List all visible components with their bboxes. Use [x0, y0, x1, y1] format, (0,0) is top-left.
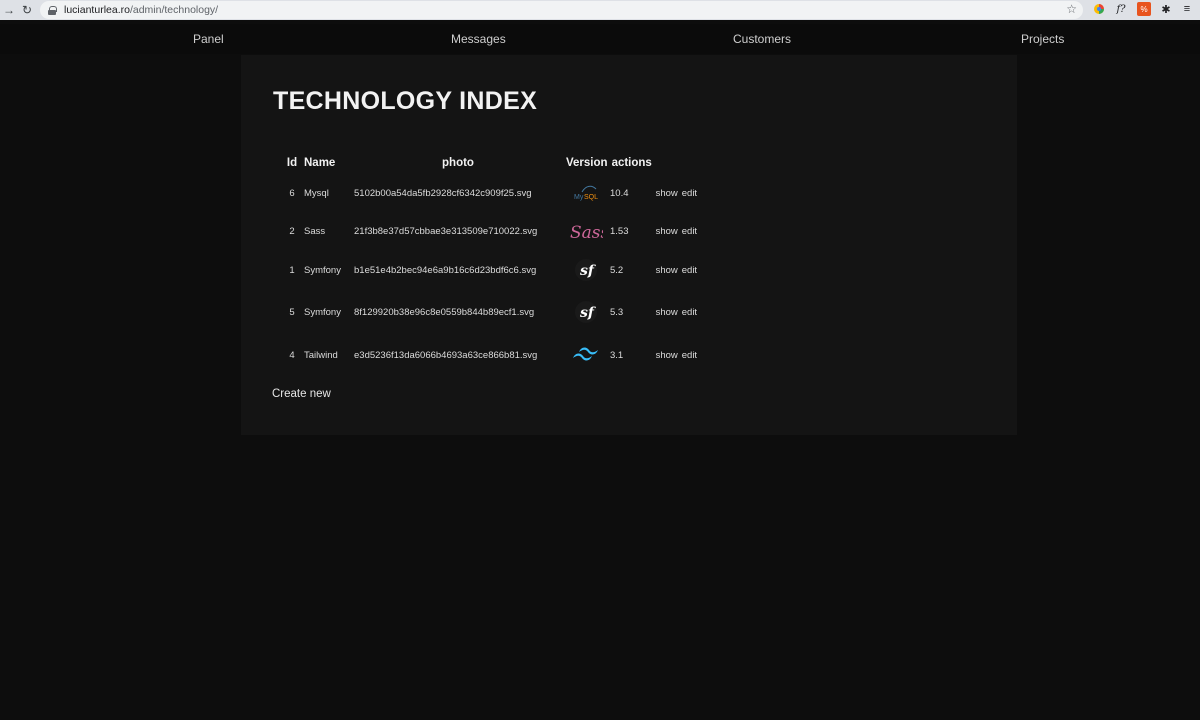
create-new-link[interactable]: Create new [272, 388, 331, 400]
table-row: 4 Tailwind e3d5236f13da6066b4693a63ce866… [282, 335, 714, 375]
back-icon[interactable]: → [0, 0, 18, 20]
star-icon[interactable]: ☆ [1066, 2, 1077, 16]
technology-table: Id Name photo Version actions 6 Mysql 51… [282, 151, 714, 375]
lock-icon[interactable] [48, 5, 57, 15]
cell-id: 5 [289, 306, 295, 318]
svg-text:SQL: SQL [584, 194, 598, 201]
percent-extension-icon[interactable]: % [1137, 2, 1151, 16]
header-id: Id [286, 157, 298, 169]
table-row: 5 Symfony 8f129920b38e96c8e0559b844b89ec… [282, 289, 714, 335]
url-path: /admin/technology/ [129, 4, 219, 16]
address-bar[interactable]: lucianturlea.ro/admin/technology/ ☆ [40, 1, 1083, 19]
edit-link[interactable]: edit [682, 350, 697, 361]
cell-name: Symfony [304, 306, 341, 318]
nav-messages-link[interactable]: Messages [451, 32, 506, 46]
cell-photo: e3d5236f13da6066b4693a63ce866b81.svg [354, 349, 538, 361]
svg-text:My: My [574, 194, 584, 201]
cell-id: 2 [289, 225, 295, 237]
cell-version: 1.53 [610, 225, 629, 237]
puzzle-icon[interactable]: ✱ [1159, 2, 1173, 16]
content-panel: TECHNOLOGY INDEX Id Name photo Version a… [241, 55, 1017, 435]
cell-name: Tailwind [304, 349, 338, 361]
show-link[interactable]: show [656, 188, 678, 199]
show-link[interactable]: show [656, 265, 678, 276]
show-link[interactable]: show [656, 350, 678, 361]
cell-photo: b1e51e4b2bec94e6a9b16c6d23bdf6c6.svg [354, 264, 537, 276]
svg-text:Sass: Sass [570, 223, 603, 243]
edit-link[interactable]: edit [682, 307, 697, 318]
reload-icon[interactable]: ↻ [18, 0, 36, 20]
reading-list-icon[interactable]: ≡ [1180, 2, 1194, 16]
cell-version: 3.1 [610, 349, 624, 361]
cell-version: 5.3 [610, 306, 624, 318]
mysql-logo-icon: My SQL [568, 178, 604, 208]
cell-name: Symfony [304, 264, 341, 276]
cell-photo: 21f3b8e37d57cbbae3e313509e710022.svg [354, 225, 538, 237]
header-actions: actions [611, 157, 652, 169]
color-picker-extension-icon[interactable] [1092, 2, 1106, 16]
table-row: 1 Symfony b1e51e4b2bec94e6a9b16c6d23bdf6… [282, 251, 714, 289]
edit-link[interactable]: edit [682, 265, 697, 276]
formula-extension-icon[interactable]: f? [1114, 2, 1128, 16]
nav-customers-link[interactable]: Customers [733, 32, 791, 46]
cell-photo: 5102b00a54da5fb2928cf6342c909f25.svg [354, 187, 532, 199]
cell-photo: 8f129920b38e96c8e0559b844b89ecf1.svg [354, 306, 535, 318]
cell-name: Mysql [304, 187, 329, 199]
top-navigation: Panel Messages Customers Projects [0, 24, 1200, 54]
cell-id: 1 [289, 264, 295, 276]
edit-link[interactable]: edit [682, 226, 697, 237]
show-link[interactable]: show [656, 226, 678, 237]
nav-panel-link[interactable]: Panel [193, 32, 224, 46]
symfony-logo-icon: sf [568, 255, 604, 285]
symfony-logo-icon: sf [568, 297, 604, 327]
cell-id: 4 [289, 349, 295, 361]
show-link[interactable]: show [656, 307, 678, 318]
browser-toolbar: → ↻ lucianturlea.ro/admin/technology/ ☆ … [0, 0, 1200, 20]
page-title: TECHNOLOGY INDEX [273, 87, 538, 115]
url-host: lucianturlea.ro [64, 4, 130, 16]
header-photo: photo [442, 157, 474, 169]
tailwind-logo-icon [568, 340, 604, 370]
cell-version: 5.2 [610, 264, 624, 276]
sass-logo-icon: Sass [568, 216, 604, 246]
cell-id: 6 [289, 187, 295, 199]
table-row: 2 Sass 21f3b8e37d57cbbae3e313509e710022.… [282, 211, 714, 251]
cell-version: 10.4 [610, 187, 629, 199]
cell-name: Sass [304, 225, 326, 237]
table-header-row: Id Name photo Version actions [282, 151, 714, 175]
nav-projects-link[interactable]: Projects [1021, 32, 1064, 46]
header-version: Version [566, 157, 608, 169]
header-name: Name [304, 157, 336, 169]
table-row: 6 Mysql 5102b00a54da5fb2928cf6342c909f25… [282, 175, 714, 211]
edit-link[interactable]: edit [682, 188, 697, 199]
